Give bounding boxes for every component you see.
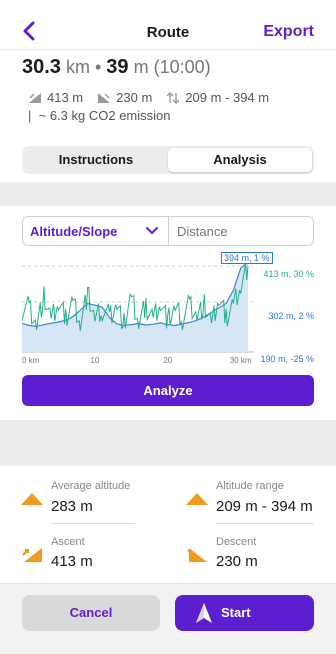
ascent-label: Ascent [51,536,85,548]
export-button[interactable]: Export [263,23,314,41]
mode-select-value: Altitude/Slope [30,224,118,239]
ascent-icon [22,548,42,562]
tab-analysis[interactable]: Analysis [168,148,312,172]
altitude-range-icon [166,91,180,104]
x-tick-label: 20 [163,356,172,365]
analyze-button[interactable]: Analyze [22,375,314,406]
co2-prefix: | [28,108,32,123]
tab-switcher: Instructions Analysis [22,146,314,174]
x-tick-label: 30 km [230,356,252,365]
duration-unit: m [133,57,149,77]
avg-altitude-value: 283 m [51,498,93,515]
avg-altitude-label: Average altitude [51,480,131,492]
mode-select[interactable]: Altitude/Slope [23,217,169,245]
average-altitude-icon [21,493,43,505]
tag-top: 394 m, 1 % [221,252,273,264]
altitude-range-value: 209 m - 394 m [216,498,313,515]
axis-select[interactable]: Distance [177,224,228,239]
altitude-range-icon [186,493,208,505]
co2-text: ~ 6.3 kg CO2 emission [38,108,171,123]
tab-instructions[interactable]: Instructions [24,148,168,172]
x-tick-label: 10 [90,356,99,365]
chevron-down-icon [146,227,158,234]
distance-value: 30.3 [22,56,61,78]
ascent-stat: 413 m [47,90,84,105]
start-button[interactable]: Start [175,595,314,631]
descent-stat: 230 m [116,90,153,105]
ascent-value: 413 m [51,553,93,570]
cancel-button[interactable]: Cancel [22,595,160,631]
tag-upper: 413 m, 30 % [263,269,314,279]
descent-label: Descent [216,536,257,548]
start-label: Start [221,605,251,620]
distance-unit: km [65,57,90,77]
tag-middle: 302 m, 2 % [268,311,314,321]
bottom-bar: Cancel Start [0,583,336,654]
section-spacer [0,182,336,206]
divider [51,523,135,524]
summary-separator: • [94,57,102,77]
elevation-stats: 413 m 230 m 209 m - 394 m [28,90,269,105]
x-tick-label: 0 km [22,356,40,365]
altitude-range-stat: 209 m - 394 m [185,90,270,105]
altitude-range-label: Altitude range [216,480,284,492]
ascent-icon [29,92,41,103]
descent-icon [187,548,207,562]
descent-icon [98,92,111,103]
nav-bar: Route Export [0,0,336,50]
tag-bottom: 190 m, -25 % [260,354,314,364]
divider [216,523,314,524]
duration-clock: (10:00) [153,57,211,77]
navigation-arrow-icon [196,603,212,623]
route-summary: 30.3 km • 39 m (10:00) [22,56,211,79]
duration-value: 39 [106,56,129,78]
co2-emission: | ~ 6.3 kg CO2 emission [28,108,171,123]
chart-options: Altitude/Slope Distance [22,216,314,246]
elevation-chart[interactable]: 0 km 10 20 30 km 394 m, 1 % 413 m, 30 % 302… [22,252,314,370]
descent-value: 230 m [216,553,258,570]
section-spacer-2 [0,420,336,466]
